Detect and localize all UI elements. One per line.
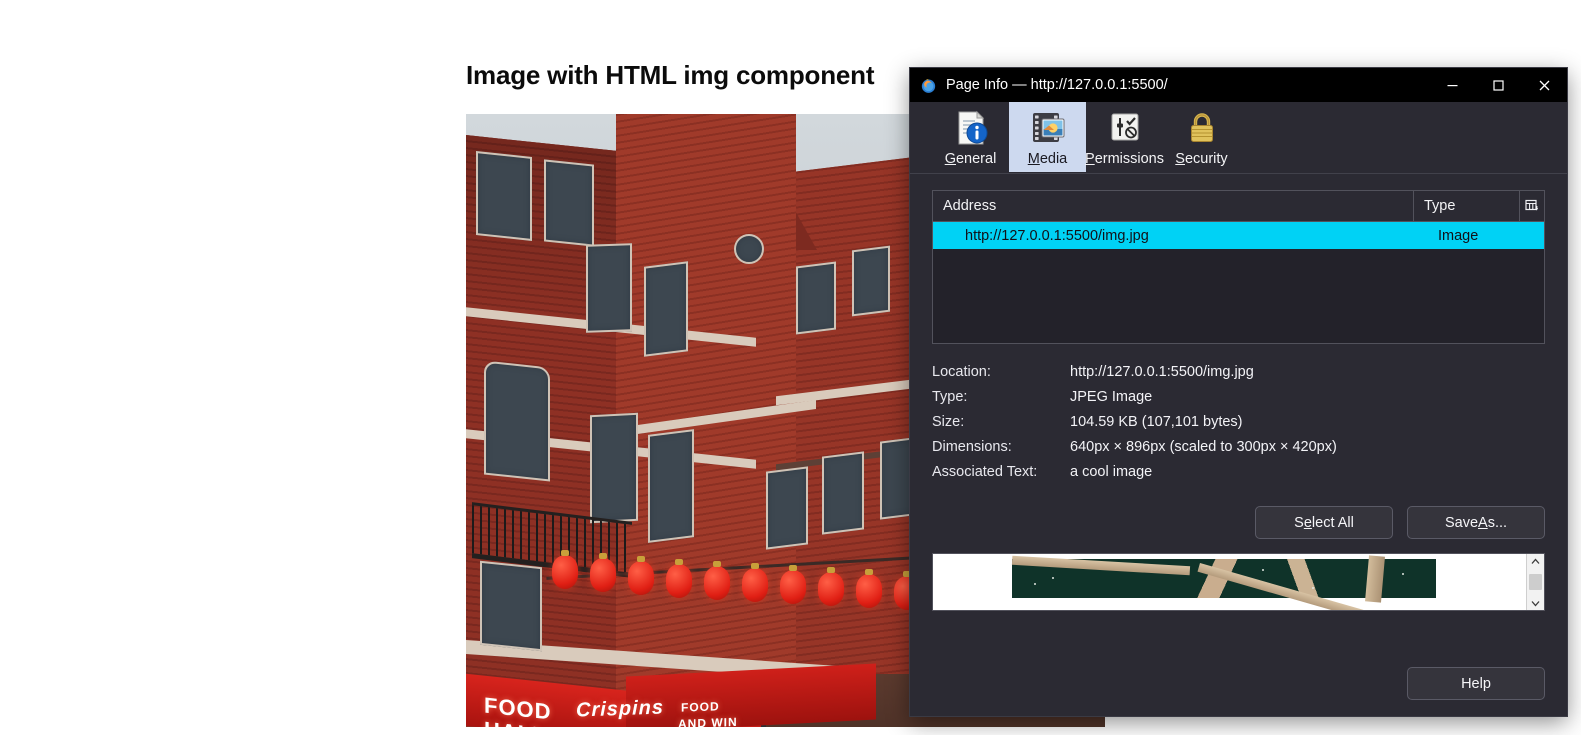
scrollbar-thumb[interactable] xyxy=(1529,574,1542,590)
media-row-address: http://127.0.0.1:5500/img.jpg xyxy=(965,227,1149,244)
media-preview-image xyxy=(1011,555,1436,610)
media-details: Location: http://127.0.0.1:5500/img.jpg … xyxy=(932,364,1545,480)
photo-window xyxy=(766,466,808,550)
screen: Image with HTML img component FOOD Crisp… xyxy=(0,0,1581,735)
preview-path xyxy=(1197,563,1364,610)
photo-window xyxy=(544,159,594,247)
media-actions: Se lect All Save As... xyxy=(932,506,1545,539)
photo-food-and-wine-sign: AND WIN xyxy=(678,714,738,727)
media-row-type: Image xyxy=(1438,227,1479,244)
tab-permissions-label: Permissions xyxy=(1085,151,1164,167)
photo-window xyxy=(644,261,688,357)
media-preview-canvas xyxy=(933,554,1526,610)
photo-lantern xyxy=(704,561,730,600)
photo-window xyxy=(590,412,638,524)
preview-scrollbar[interactable] xyxy=(1526,554,1544,610)
media-filmstrip-icon xyxy=(1032,113,1064,142)
detail-value-location: http://127.0.0.1:5500/img.jpg xyxy=(1070,364,1254,380)
photo-lantern xyxy=(590,553,616,592)
close-button[interactable] xyxy=(1521,68,1567,102)
tab-permissions[interactable]: Permissions xyxy=(1085,102,1164,172)
photo-lantern xyxy=(666,559,692,598)
detail-label-size: Size: xyxy=(932,414,965,430)
chevron-up-icon[interactable] xyxy=(1531,554,1540,568)
help-button[interactable]: Help xyxy=(1407,667,1545,700)
media-preview xyxy=(932,553,1545,611)
photo-window xyxy=(586,243,632,333)
dialog-titlebar[interactable]: Page Info — http://127.0.0.1:5500/ xyxy=(910,68,1567,102)
permissions-slider-icon xyxy=(1111,113,1138,141)
photo-window xyxy=(852,245,890,317)
photo-food-and-wine-sign: FOOD xyxy=(681,699,720,715)
media-list[interactable]: Address Type http://127.0.0.1:5500/img.j… xyxy=(932,190,1545,344)
preview-path xyxy=(1365,555,1385,603)
photo-round-window xyxy=(734,234,764,264)
photo-lantern xyxy=(780,565,806,604)
photo-window xyxy=(822,451,864,535)
tab-general-label: General xyxy=(944,151,997,167)
photo-window xyxy=(476,151,532,241)
photo-crispins-sign: Crispins xyxy=(576,696,665,722)
select-all-button[interactable]: Se lect All xyxy=(1255,506,1393,539)
photo-lantern xyxy=(552,550,578,589)
detail-label-dimensions: Dimensions: xyxy=(932,439,1012,455)
photo-lantern xyxy=(742,563,768,602)
document-info-icon xyxy=(958,110,987,145)
padlock-icon xyxy=(1190,113,1213,142)
dialog-title: Page Info — http://127.0.0.1:5500/ xyxy=(946,77,1168,93)
chevron-down-icon[interactable] xyxy=(1531,596,1540,610)
save-as-button[interactable]: Save As... xyxy=(1407,506,1545,539)
column-picker-icon[interactable] xyxy=(1520,191,1544,221)
tab-security-label: Security xyxy=(1175,151,1228,167)
detail-label-associated-text: Associated Text: xyxy=(932,464,1038,480)
page-info-dialog: Page Info — http://127.0.0.1:5500/ Gener… xyxy=(910,68,1567,716)
column-header-address[interactable]: Address xyxy=(933,191,1414,221)
tab-security[interactable]: Security xyxy=(1163,102,1240,172)
detail-label-location: Location: xyxy=(932,364,991,380)
table-row[interactable]: http://127.0.0.1:5500/img.jpg Image xyxy=(933,222,1544,249)
photo-window xyxy=(484,360,550,482)
detail-value-associated-text: a cool image xyxy=(1070,464,1153,480)
detail-value-size: 104.59 KB (107,101 bytes) xyxy=(1070,414,1243,430)
photo-lantern xyxy=(856,569,882,608)
column-header-type[interactable]: Type xyxy=(1414,191,1520,221)
media-list-body: http://127.0.0.1:5500/img.jpg Image xyxy=(933,222,1544,343)
firefox-logo-icon xyxy=(921,78,936,93)
detail-value-dimensions: 640px × 896px (scaled to 300px × 420px) xyxy=(1070,439,1337,455)
photo-window xyxy=(796,261,836,335)
minimize-button[interactable] xyxy=(1429,68,1475,102)
detail-value-type: JPEG Image xyxy=(1070,389,1153,405)
detail-label-type: Type: xyxy=(932,389,968,405)
page-title: Image with HTML img component xyxy=(466,60,875,90)
maximize-button[interactable] xyxy=(1475,68,1521,102)
photo-lantern xyxy=(818,567,844,606)
photo-window xyxy=(480,560,542,652)
media-panel: Address Type http://127.0.0.1:5500/img.j… xyxy=(910,174,1567,653)
tab-general[interactable]: General xyxy=(932,102,1009,172)
preview-path xyxy=(1011,555,1191,576)
tab-media[interactable]: Media xyxy=(1009,102,1086,172)
photo-lantern xyxy=(628,556,654,595)
media-list-header: Address Type xyxy=(933,191,1544,222)
tab-media-label: Media xyxy=(1027,151,1068,167)
dialog-footer: Help xyxy=(910,653,1567,716)
photo-window xyxy=(648,429,694,543)
dialog-tabstrip: General Media Permissions Security xyxy=(910,102,1567,174)
